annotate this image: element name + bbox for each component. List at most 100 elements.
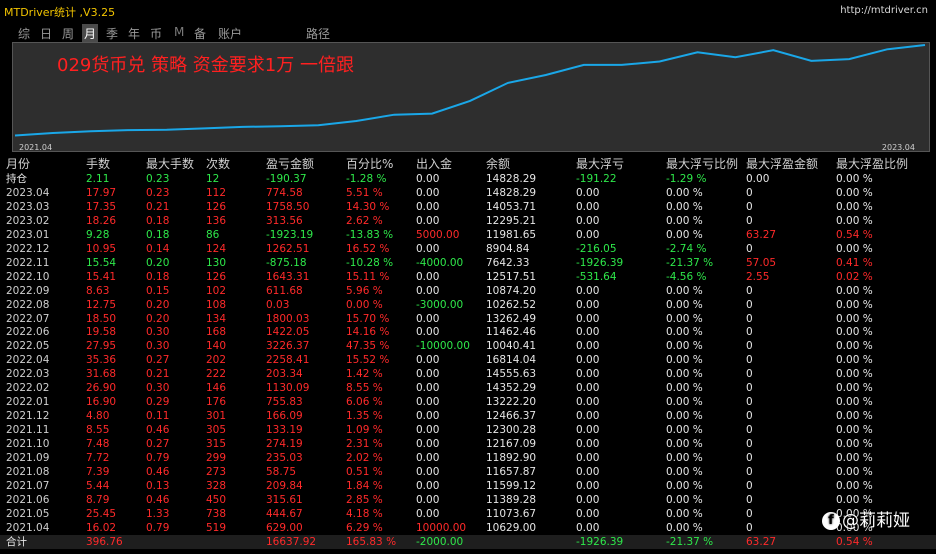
- table-cell: 0.03: [266, 298, 290, 311]
- nav-item[interactable]: 账户: [216, 24, 244, 43]
- table-cell: 14.30 %: [346, 200, 390, 213]
- table-cell: 0.00: [416, 270, 440, 283]
- table-cell: -10.28 %: [346, 256, 394, 269]
- table-cell: 10629.00: [486, 521, 537, 534]
- table-cell: 9.28: [86, 228, 110, 241]
- table-row[interactable]: 2021.10 7.48 0.27 315 274.19 2.31 % 0.00 12167.…: [0, 437, 936, 451]
- table-row[interactable]: 2022.03 31.68 0.21 222 203.34 1.42 % 0.00 14555…: [0, 367, 936, 381]
- table-cell: 0.27: [146, 354, 170, 367]
- table-row[interactable]: 2022.01 16.90 0.29 176 755.83 6.06 % 0.00 13222…: [0, 395, 936, 409]
- nav-item[interactable]: 日: [38, 24, 54, 43]
- table-row[interactable]: 2023.02 18.26 0.18 136 313.56 2.62 % 0.00 12295…: [0, 214, 936, 228]
- table-cell: 2022.12: [6, 242, 50, 255]
- nav-item[interactable]: 币: [148, 24, 164, 43]
- column-header[interactable]: 最大浮盈金额: [746, 156, 818, 172]
- table-row[interactable]: 2022.06 19.58 0.30 168 1422.05 14.16 % 0.00 114…: [0, 325, 936, 339]
- table-row[interactable]: 2022.11 15.54 0.20 130 -875.18 -10.28 % -4000.…: [0, 256, 936, 270]
- table-cell: 629.00: [266, 521, 303, 534]
- table-row[interactable]: 2023.04 17.97 0.23 112 774.58 5.51 % 0.00 14828…: [0, 186, 936, 200]
- table-cell: 0.00 %: [836, 242, 873, 255]
- table-cell: 0.00 %: [666, 465, 703, 478]
- table-row[interactable]: 2022.02 26.90 0.30 146 1130.09 8.55 % 0.00 1435…: [0, 381, 936, 395]
- column-header[interactable]: 出入金: [416, 156, 452, 172]
- column-header[interactable]: 月份: [6, 156, 30, 172]
- table-cell: 0.00 %: [346, 298, 383, 311]
- table-cell: 35.36: [86, 354, 117, 367]
- table-cell: 0.18: [146, 228, 170, 241]
- table-cell: 140: [206, 340, 227, 353]
- nav-item[interactable]: 综: [16, 24, 32, 43]
- table-row[interactable]: 2022.12 10.95 0.14 124 1262.51 16.52 % 0.00 890…: [0, 242, 936, 256]
- table-cell: -216.05: [576, 242, 617, 255]
- column-header[interactable]: 最大手数: [146, 156, 194, 172]
- column-header[interactable]: 余额: [486, 156, 510, 172]
- table-row[interactable]: 2023.01 9.28 0.18 86 -1923.19 -13.83 % 5000.00…: [0, 228, 936, 242]
- table-cell: 0.00: [416, 507, 440, 520]
- table-cell: 0.00 %: [666, 200, 703, 213]
- table-cell: 12300.28: [486, 424, 537, 437]
- table-cell: 0.00: [576, 479, 600, 492]
- table-cell: 19.58: [86, 326, 117, 339]
- table-cell: 2021.08: [6, 465, 50, 478]
- table-cell: 12.75: [86, 298, 117, 311]
- nav-item[interactable]: 月: [82, 24, 99, 43]
- column-header[interactable]: 百分比%: [346, 156, 393, 172]
- nav-item[interactable]: 备: [192, 24, 208, 43]
- table-cell: 0.79: [146, 521, 170, 534]
- table-row[interactable]: 2022.09 8.63 0.15 102 611.68 5.96 % 0.00 10874.…: [0, 284, 936, 298]
- table-cell: 2.11: [86, 173, 110, 185]
- table-cell: 0.00: [576, 298, 600, 311]
- nav-item[interactable]: M: [172, 24, 186, 40]
- table-cell: 0.00 %: [666, 284, 703, 297]
- table-cell: 1.35 %: [346, 410, 383, 423]
- column-header[interactable]: 盈亏金额: [266, 156, 314, 172]
- table-cell: 328: [206, 479, 227, 492]
- column-header[interactable]: 最大浮盈比例: [836, 156, 908, 172]
- table-cell: 0.30: [146, 326, 170, 339]
- table-cell: 0.00 %: [836, 368, 873, 381]
- column-header[interactable]: 次数: [206, 156, 230, 172]
- table-row[interactable]: 2021.12 4.80 0.11 301 166.09 1.35 % 0.00 12466.…: [0, 409, 936, 423]
- table-cell: 0.00 %: [836, 452, 873, 464]
- nav-item[interactable]: 年: [126, 24, 142, 43]
- nav-item[interactable]: 路径: [304, 24, 332, 43]
- table-cell: 14555.63: [486, 368, 537, 381]
- table-cell: -875.18: [266, 256, 307, 269]
- table-cell: 1262.51: [266, 242, 310, 255]
- table-cell: 8904.84: [486, 242, 530, 255]
- table-row[interactable]: 2021.07 5.44 0.13 328 209.84 1.84 % 0.00 11599.…: [0, 479, 936, 493]
- table-row[interactable]: 2021.04 16.02 0.79 519 629.00 6.29 % 10000.00 1…: [0, 521, 936, 535]
- table-row[interactable]: 2021.08 7.39 0.46 273 58.75 0.51 % 0.00 11657.8…: [0, 465, 936, 479]
- table-row[interactable]: 持仓 2.11 0.23 12 -190.37 -1.28 % 0.00 14828.29 -1…: [0, 172, 936, 186]
- table-cell: 11599.12: [486, 479, 537, 492]
- table-row[interactable]: 2021.09 7.72 0.79 299 235.03 2.02 % 0.00 11892.…: [0, 451, 936, 465]
- table-row[interactable]: 2022.04 35.36 0.27 202 2258.41 15.52 % 0.00 168…: [0, 353, 936, 367]
- total-cell: -21.37 %: [666, 535, 714, 548]
- table-row[interactable]: 2023.03 17.35 0.21 126 1758.50 14.30 % 0.00 140…: [0, 200, 936, 214]
- column-header[interactable]: 最大浮亏比例: [666, 156, 738, 172]
- table-cell: 0.51 %: [346, 465, 383, 478]
- app-title: MTDriver统计 ,V3.25: [4, 6, 116, 19]
- table-cell: 0.00: [576, 284, 600, 297]
- table-row[interactable]: 2021.11 8.55 0.46 305 133.19 1.09 % 0.00 12300.…: [0, 423, 936, 437]
- table-cell: 47.35 %: [346, 340, 390, 353]
- table-row[interactable]: 2022.07 18.50 0.20 134 1800.03 15.70 % 0.00 132…: [0, 312, 936, 326]
- watermark: f @莉莉娅: [822, 506, 910, 531]
- site-url-link[interactable]: http://mtdriver.cn: [840, 5, 928, 16]
- table-cell: 10874.20: [486, 284, 537, 297]
- table-cell: 0: [746, 326, 753, 339]
- column-header[interactable]: 手数: [86, 156, 110, 172]
- table-row[interactable]: 2022.05 27.95 0.30 140 3226.37 47.35 % -10000.…: [0, 339, 936, 353]
- table-cell: 0.00: [416, 382, 440, 395]
- nav-item[interactable]: 季: [104, 24, 120, 43]
- table-cell: 0: [746, 200, 753, 213]
- table-row[interactable]: 2022.08 12.75 0.20 108 0.03 0.00 % -3000.00 102…: [0, 298, 936, 312]
- table-row[interactable]: 2021.05 25.45 1.33 738 444.67 4.18 % 0.00 11073…: [0, 507, 936, 521]
- table-cell: 0.00: [416, 410, 440, 423]
- table-cell: 0.00 %: [836, 200, 873, 213]
- nav-item[interactable]: 周: [60, 24, 76, 43]
- table-row[interactable]: 2021.06 8.79 0.46 450 315.61 2.85 % 0.00 11389.…: [0, 493, 936, 507]
- table-cell: 0.46: [146, 493, 170, 506]
- table-row[interactable]: 2022.10 15.41 0.18 126 1643.31 15.11 % 0.00 125…: [0, 270, 936, 284]
- column-header[interactable]: 最大浮亏: [576, 156, 624, 172]
